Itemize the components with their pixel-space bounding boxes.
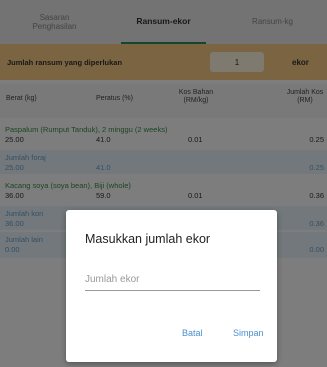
save-button[interactable]: Simpan [229,326,268,340]
quantity-dialog: Masukkan jumlah ekor Batal Simpan [66,210,277,362]
cancel-button[interactable]: Batal [178,326,207,340]
dialog-title: Masukkan jumlah ekor [85,232,211,246]
quantity-input[interactable] [85,268,260,291]
